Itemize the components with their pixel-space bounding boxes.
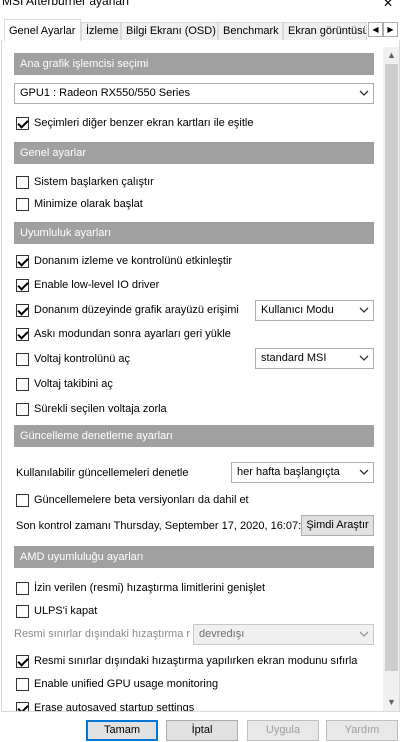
reset-display-checkbox[interactable] xyxy=(16,654,29,668)
voltage-monitor-checkbox[interactable] xyxy=(16,377,29,391)
beta-label: Güncellemelere beta versiyonları da dahi… xyxy=(34,494,249,506)
sync-gpu-checkbox-row[interactable]: Seçimleri diğer benzer ekran kartları il… xyxy=(16,115,253,131)
chevron-down-icon xyxy=(359,627,369,641)
update-frequency-select[interactable]: her hafta başlangıçta xyxy=(231,462,374,483)
tab-general-settings[interactable]: Genel Ayarlar xyxy=(4,19,81,41)
chevron-down-icon xyxy=(359,303,369,317)
vertical-scrollbar[interactable]: ▲ ▼ xyxy=(383,47,399,711)
extend-limits-label: İzin verilen (resmi) hızaştırma limitler… xyxy=(34,582,266,594)
hw-ui-access-label: Donanım düzeyinde grafik arayüzü erişimi xyxy=(34,304,239,316)
minimized-label: Minimize olarak başlat xyxy=(34,198,143,210)
lowlevel-io-label: Enable low-level IO driver xyxy=(34,279,160,291)
voltage-control-checkbox-row[interactable]: Voltaj kontrolünü aç xyxy=(16,351,130,367)
unified-gpu-label: Enable unified GPU usage monitoring xyxy=(34,678,219,690)
sync-gpu-label: Seçimleri diğer benzer ekran kartları il… xyxy=(34,117,254,129)
update-frequency-select-value: her hafta başlangıçta xyxy=(237,466,340,478)
section-header-update: Güncelleme denetleme ayarları xyxy=(14,425,374,447)
force-voltage-label: Sürekli seçilen voltaja zorla xyxy=(34,403,167,415)
gpu-select[interactable]: GPU1 : Radeon RX550/550 Series xyxy=(14,83,374,104)
erase-autosaved-checkbox[interactable] xyxy=(16,701,29,711)
section-header-amd: AMD uyumluluğu ayarları xyxy=(14,546,374,568)
tab-scroll-left-icon[interactable]: ◀ xyxy=(368,22,383,37)
help-button[interactable]: Yardım xyxy=(326,720,398,741)
voltage-control-select-value: standard MSI xyxy=(261,352,327,364)
tab-screenshot[interactable]: Ekran görüntüsü xyxy=(283,22,367,40)
scroll-up-icon[interactable]: ▲ xyxy=(383,47,399,64)
beta-checkbox[interactable] xyxy=(16,493,29,507)
gpu-select-value: GPU1 : Radeon RX550/550 Series xyxy=(20,87,190,99)
hw-ui-access-checkbox-row[interactable]: Donanım düzeyinde grafik arayüzü erişimi xyxy=(16,302,239,318)
force-voltage-checkbox-row[interactable]: Sürekli seçilen voltaja zorla xyxy=(16,401,167,417)
minimized-checkbox[interactable] xyxy=(16,197,29,211)
hw-ui-access-select[interactable]: Kullanıcı Modu xyxy=(255,300,374,321)
tab-monitoring[interactable]: İzleme xyxy=(81,22,121,40)
tab-benchmark[interactable]: Benchmark xyxy=(218,22,283,40)
scroll-thumb[interactable] xyxy=(385,64,398,671)
window-titlebar: MSI Afterburner ayarları ✕ xyxy=(0,0,403,16)
hw-monitor-checkbox[interactable] xyxy=(16,254,29,268)
minimized-checkbox-row[interactable]: Minimize olarak başlat xyxy=(16,196,143,212)
apply-button[interactable]: Uygula xyxy=(247,720,319,741)
beta-checkbox-row[interactable]: Güncellemelere beta versiyonları da dahi… xyxy=(16,492,249,508)
reset-display-label: Resmi sınırlar dışındaki hızaştırma yapı… xyxy=(34,655,358,667)
unofficial-oc-label: Resmi sınırlar dışındaki hızaştırma modu xyxy=(14,628,190,640)
restore-after-sleep-label: Askı modundan sonra ayarları geri yükle xyxy=(34,328,231,340)
tab-strip: Genel Ayarlar İzleme Bilgi Ekranı (OSD) … xyxy=(0,16,403,41)
hw-ui-access-checkbox[interactable] xyxy=(16,303,29,317)
reset-display-checkbox-row[interactable]: Resmi sınırlar dışındaki hızaştırma yapı… xyxy=(16,653,357,669)
erase-autosaved-label: Erase autosaved startup settings xyxy=(34,702,195,712)
extend-limits-checkbox-row[interactable]: İzin verilen (resmi) hızaştırma limitler… xyxy=(16,580,265,596)
last-check-text: Son kontrol zamanı Thursday, September 1… xyxy=(16,520,306,532)
section-header-gpu: Ana grafik işlemcisi seçimi xyxy=(14,53,374,75)
chevron-down-icon xyxy=(359,351,369,365)
hw-monitor-checkbox-row[interactable]: Donanım izleme ve kontrolünü etkinleştir xyxy=(16,253,232,269)
ulps-label: ULPS'i kapat xyxy=(34,605,98,617)
restore-after-sleep-checkbox-row[interactable]: Askı modundan sonra ayarları geri yükle xyxy=(16,326,231,342)
voltage-control-checkbox[interactable] xyxy=(16,352,29,366)
voltage-control-label: Voltaj kontrolünü aç xyxy=(34,353,131,365)
force-voltage-checkbox[interactable] xyxy=(16,402,29,416)
erase-autosaved-checkbox-row[interactable]: Erase autosaved startup settings xyxy=(16,700,195,712)
tab-scroll-right-icon[interactable]: ▶ xyxy=(383,22,398,37)
extend-limits-checkbox[interactable] xyxy=(16,581,29,595)
ulps-checkbox-row[interactable]: ULPS'i kapat xyxy=(16,603,97,619)
chevron-down-icon xyxy=(359,86,369,100)
settings-panel: Ana grafik işlemcisi seçimi GPU1 : Radeo… xyxy=(1,40,400,712)
window-title: MSI Afterburner ayarları xyxy=(2,0,130,8)
unified-gpu-checkbox[interactable] xyxy=(16,677,29,691)
sync-gpu-checkbox[interactable] xyxy=(16,116,29,130)
voltage-control-select[interactable]: standard MSI xyxy=(255,348,374,369)
startup-checkbox[interactable] xyxy=(16,175,29,189)
restore-after-sleep-checkbox[interactable] xyxy=(16,327,29,341)
hw-ui-access-select-value: Kullanıcı Modu xyxy=(261,304,334,316)
section-header-compat: Uyumluluk ayarları xyxy=(14,222,374,244)
unofficial-oc-select[interactable]: devredışı xyxy=(193,624,374,645)
cancel-button[interactable]: İptal xyxy=(166,720,238,741)
voltage-monitor-label: Voltaj takibini aç xyxy=(34,378,113,390)
close-icon[interactable]: ✕ xyxy=(383,0,393,10)
lowlevel-io-checkbox-row[interactable]: Enable low-level IO driver xyxy=(16,277,159,293)
chevron-down-icon xyxy=(359,465,369,479)
startup-label: Sistem başlarken çalıştır xyxy=(34,176,154,188)
ok-button[interactable]: Tamam xyxy=(86,720,158,741)
scroll-down-icon[interactable]: ▼ xyxy=(383,694,399,711)
tab-osd[interactable]: Bilgi Ekranı (OSD) xyxy=(121,22,218,40)
unofficial-oc-select-value: devredışı xyxy=(199,628,245,640)
ulps-checkbox[interactable] xyxy=(16,604,29,618)
voltage-monitor-checkbox-row[interactable]: Voltaj takibini aç xyxy=(16,376,113,392)
lowlevel-io-checkbox[interactable] xyxy=(16,278,29,292)
check-now-button[interactable]: Şimdi Araştır xyxy=(301,515,374,536)
unified-gpu-checkbox-row[interactable]: Enable unified GPU usage monitoring xyxy=(16,676,218,692)
startup-checkbox-row[interactable]: Sistem başlarken çalıştır xyxy=(16,174,154,190)
update-check-label: Kullanılabilir güncellemeleri denetle xyxy=(16,467,189,479)
hw-monitor-label: Donanım izleme ve kontrolünü etkinleştir xyxy=(34,255,233,267)
section-header-general: Genel ayarlar xyxy=(14,142,374,164)
